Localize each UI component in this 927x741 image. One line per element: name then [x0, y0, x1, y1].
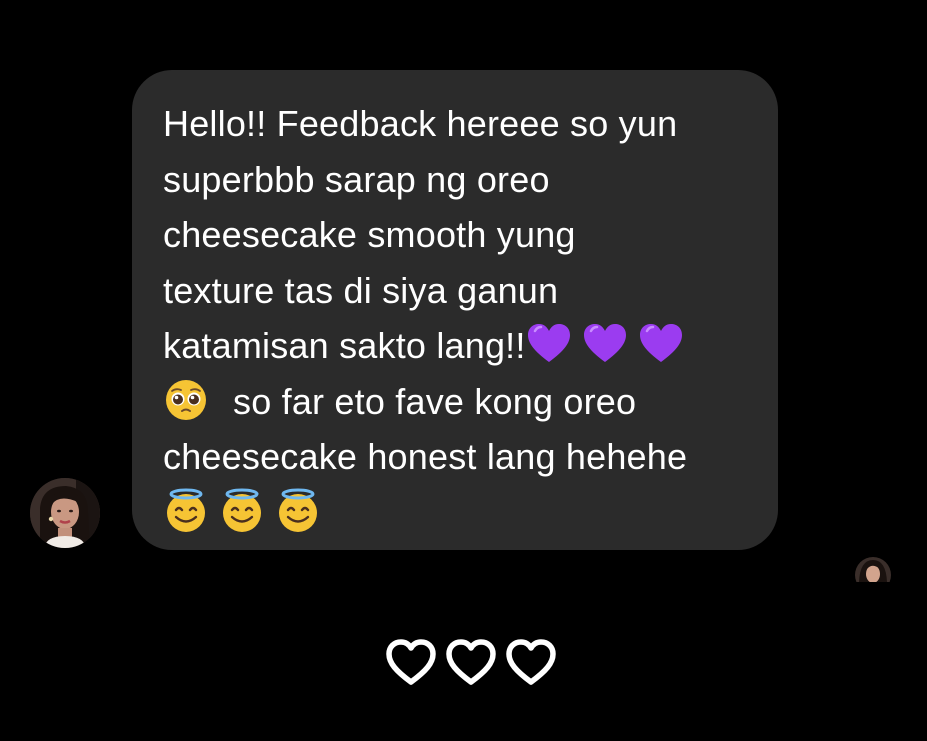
message-line-6-text: so far eto fave kong oreo — [233, 380, 637, 422]
pleading-face-icon — [163, 377, 209, 423]
message-line-8 — [163, 485, 748, 541]
purple-heart-icon — [582, 321, 628, 367]
message-line-7: cheesecake honest lang hehehe — [163, 436, 688, 477]
purple-heart-icon — [526, 321, 572, 367]
purple-heart-icon — [638, 321, 684, 367]
message-line-5: katamisan sakto lang!! — [163, 318, 748, 374]
message-line-5-text: katamisan sakto lang!! — [163, 325, 526, 366]
smiling-face-with-halo-icon — [275, 488, 321, 534]
message-bubble[interactable]: Hello!! Feedback hereee so yun superbbb … — [132, 70, 778, 550]
smiling-face-with-halo-icon — [219, 488, 265, 534]
message-line-4: texture tas di siya ganun — [163, 269, 559, 311]
smiling-face-with-halo-icon — [163, 488, 209, 534]
reactions-row[interactable] — [384, 636, 558, 688]
white-heart-icon — [504, 636, 558, 688]
white-heart-icon — [384, 636, 438, 688]
seen-receipt-avatar — [854, 556, 892, 582]
message-line-1: Hello!! Feedback hereee so yun — [163, 103, 678, 144]
message-line-2: superbbb sarap ng oreo — [163, 158, 550, 200]
white-heart-icon — [444, 636, 498, 688]
sender-avatar[interactable] — [30, 478, 100, 548]
message-line-3: cheesecake smooth yung — [163, 214, 576, 255]
avatar-image — [30, 478, 100, 548]
message-line-6: so far eto fave kong oreo — [163, 374, 748, 430]
